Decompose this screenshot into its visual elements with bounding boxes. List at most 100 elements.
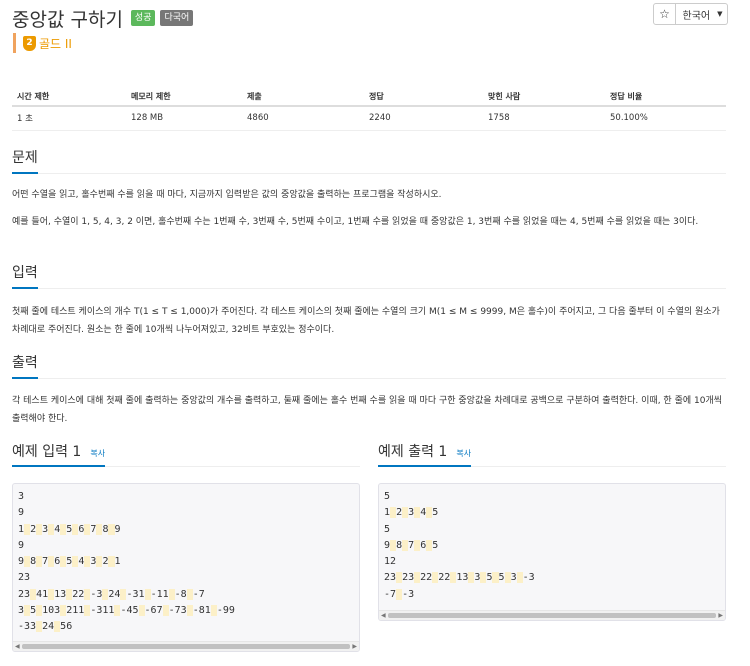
tier-label: 골드 II: [39, 36, 72, 51]
code-token: -8: [174, 588, 187, 600]
sample-input-title: 예제 입력 1: [12, 444, 82, 460]
code-token: 41: [36, 588, 49, 600]
solvers-value: 1758: [483, 106, 605, 131]
code-line: 12: [384, 556, 396, 567]
table-header-row: 시간 제한 메모리 제한 제출 정답 맞힌 사람 정답 비율: [12, 88, 726, 107]
header-submissions: 제출: [242, 88, 364, 107]
code-token: 13: [54, 588, 67, 600]
horizontal-scrollbar[interactable]: ◀ ▶: [13, 641, 359, 651]
header-accepted: 정답: [364, 88, 483, 107]
code-token: 9: [18, 539, 25, 551]
code-line: -33 24 56: [18, 621, 73, 633]
code-token: 22: [72, 588, 85, 600]
star-icon: ☆: [659, 7, 670, 21]
output-heading-label: 출력: [12, 352, 38, 379]
scroll-left-icon[interactable]: ◀: [15, 643, 20, 650]
code-token: 5: [432, 539, 439, 551]
scroll-right-icon[interactable]: ▶: [718, 612, 723, 619]
code-token: 24: [108, 588, 121, 600]
copy-output-button[interactable]: 복사: [456, 449, 471, 458]
code-token: -11: [150, 588, 169, 600]
input-heading-label: 입력: [12, 262, 38, 289]
code-token: 3: [510, 572, 517, 584]
scroll-left-icon[interactable]: ◀: [381, 612, 386, 619]
code-token: 211: [66, 605, 85, 617]
code-line: 23 23 22 22 13 3 5 5 3 -3: [384, 572, 535, 584]
submissions-value: 4860: [242, 106, 364, 131]
problem-section-heading: 문제: [12, 147, 726, 174]
header-solvers: 맞힌 사람: [483, 88, 605, 107]
sample-output-code: 5 1 2 3 4 5 5 9 8 7 6 5 12 23 23 22 22 1…: [379, 484, 725, 603]
sample-output-title: 예제 출력 1: [378, 444, 448, 460]
code-token: 5: [498, 572, 505, 584]
sample-input-box[interactable]: 3 9 1 2 3 4 5 6 7 8 9 9 9 8 7 6 5 4 3 2 …: [12, 483, 360, 652]
code-token: -33: [18, 621, 37, 633]
success-badge: 성공: [130, 10, 156, 26]
title-row: 중앙값 구하기 성공 다국어: [12, 4, 194, 32]
caret-down-icon: ▼: [717, 10, 723, 18]
code-token: 24: [42, 621, 55, 633]
problem-info-table: 시간 제한 메모리 제한 제출 정답 맞힌 사람 정답 비율 1 초 128 M…: [12, 88, 726, 131]
copy-input-button[interactable]: 복사: [90, 449, 105, 458]
code-line: 9 8 7 6 5: [384, 539, 439, 551]
code-token: -7: [192, 588, 205, 600]
code-token: 12: [384, 556, 397, 568]
header-memory-limit: 메모리 제한: [126, 88, 242, 107]
code-token: -73: [168, 605, 187, 617]
language-label: 한국어: [682, 10, 711, 22]
code-line: 1 2 3 4 5: [384, 507, 439, 519]
code-line: 5: [384, 524, 390, 535]
code-token: 56: [60, 621, 73, 633]
scroll-thumb[interactable]: [22, 644, 350, 649]
code-token: 1: [114, 556, 121, 568]
accepted-value: 2240: [364, 106, 483, 131]
input-section-heading: 입력: [12, 262, 726, 289]
scroll-thumb[interactable]: [388, 613, 716, 618]
language-select[interactable]: 한국어 ▼: [676, 3, 728, 25]
multilang-badge: 다국어: [160, 10, 194, 26]
sample-output-heading: 예제 출력 1 복사: [378, 440, 726, 467]
code-token: 22: [420, 572, 433, 584]
scroll-right-icon[interactable]: ▶: [352, 643, 357, 650]
code-token: 103: [42, 605, 61, 617]
tier-icon: 2: [23, 35, 36, 51]
problem-paragraph-1: 어떤 수열을 읽고, 홀수번째 수를 읽을 때 마다, 지금까지 입력받은 값의…: [12, 190, 442, 200]
code-line: 5: [384, 491, 390, 502]
code-token: 5: [432, 507, 439, 519]
code-token: -3: [402, 588, 415, 600]
code-token: 5: [384, 491, 391, 502]
code-token: 9: [114, 523, 121, 535]
code-line: 3 5 103 211 -311 -45 -67 -73 -81 -99: [18, 605, 235, 617]
code-token: -45: [120, 605, 139, 617]
horizontal-scrollbar[interactable]: ◀ ▶: [379, 610, 725, 620]
tier-link[interactable]: 2 골드 II: [13, 33, 72, 53]
star-button[interactable]: ☆: [653, 3, 676, 25]
code-token: -67: [144, 605, 163, 617]
header-ratio: 정답 비율: [605, 88, 726, 107]
code-line: 23 41 13 22 -3 24 -31 -11 -8 -7: [18, 588, 205, 600]
output-paragraph: 각 테스트 케이스에 대해 첫째 줄에 출력하는 중앙값의 개수를 출력하고, …: [12, 396, 723, 424]
code-line: 9 8 7 6 5 4 3 2 1: [18, 556, 121, 568]
code-line: 1 2 3 4 5 6 7 8 9: [18, 523, 121, 535]
code-token: -81: [192, 605, 211, 617]
code-token: 23: [384, 572, 397, 584]
table-row: 1 초 128 MB 4860 2240 1758 50.100%: [12, 106, 726, 131]
problem-paragraph-2: 예를 들어, 수열이 1, 5, 4, 3, 2 이면, 홀수번째 수는 1번째…: [12, 217, 699, 227]
code-token: 23: [402, 572, 415, 584]
code-token: 22: [438, 572, 451, 584]
input-paragraph: 첫째 줄에 테스트 케이스의 개수 T(1 ≤ T ≤ 1,000)가 주어진다…: [12, 307, 720, 335]
code-token: 9: [18, 507, 25, 519]
time-limit-value: 1 초: [12, 106, 126, 131]
code-token: 23: [18, 572, 31, 584]
sample-output-box[interactable]: 5 1 2 3 4 5 5 9 8 7 6 5 12 23 23 22 22 1…: [378, 483, 726, 621]
page-title: 중앙값 구하기: [12, 8, 123, 31]
code-token: -31: [126, 588, 145, 600]
code-token: 13: [456, 572, 469, 584]
sample-input-heading: 예제 입력 1 복사: [12, 440, 360, 467]
code-token: 3: [18, 491, 25, 502]
code-line: 3: [18, 491, 24, 502]
memory-limit-value: 128 MB: [126, 106, 242, 131]
top-buttons: ☆ 한국어 ▼: [653, 3, 728, 25]
sample-input-code: 3 9 1 2 3 4 5 6 7 8 9 9 9 8 7 6 5 4 3 2 …: [13, 484, 359, 636]
code-token: -3: [90, 588, 103, 600]
